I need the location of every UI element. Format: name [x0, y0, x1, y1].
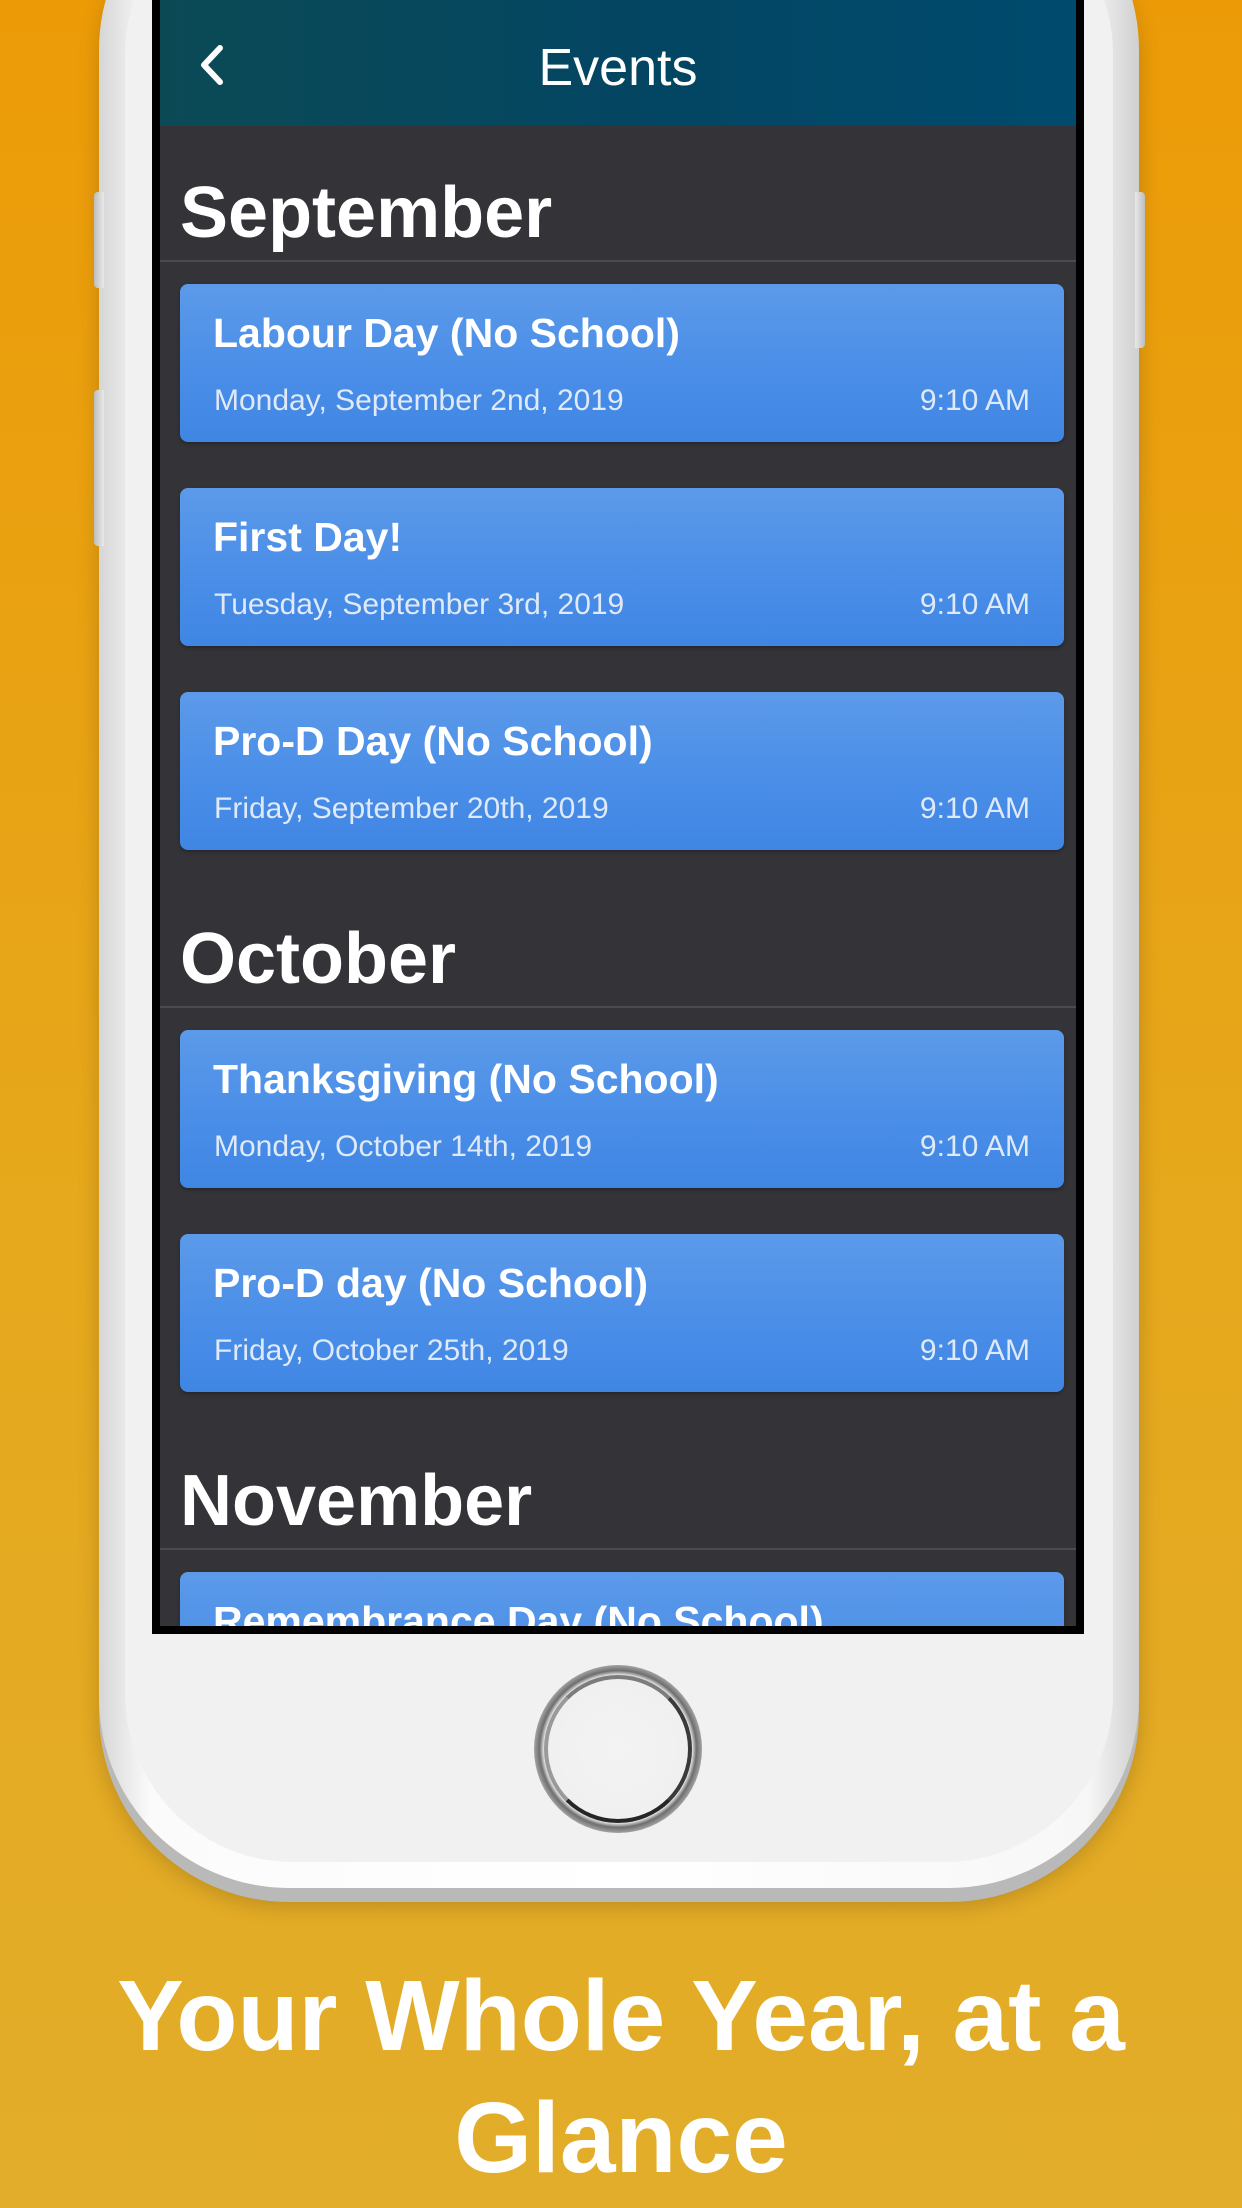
month-heading: November [180, 1461, 533, 1541]
event-title: Labour Day (No School) [213, 310, 680, 356]
event-time: 9:10 AM [919, 384, 1030, 417]
event-title: Remembrance Day (No School) [213, 1598, 824, 1626]
event-card[interactable]: First Day! Tuesday, September 3rd, 2019 … [180, 488, 1064, 646]
home-button[interactable] [534, 1665, 702, 1833]
tagline: Your Whole Year, at a Glance [0, 1955, 1242, 2199]
tagline-line-1: Your Whole Year, at a [117, 1960, 1125, 2072]
month-heading: October [180, 919, 457, 999]
event-date: Friday, September 20th, 2019 [214, 792, 609, 825]
event-time: 9:10 AM [919, 1130, 1030, 1163]
event-title: First Day! [213, 514, 403, 560]
section-header-november: November [160, 1452, 1076, 1550]
event-time: 9:10 AM [919, 792, 1030, 825]
screen-content: Events September Labour Day (No School) … [160, 0, 1076, 1626]
event-card[interactable]: Thanksgiving (No School) Monday, October… [180, 1030, 1064, 1188]
power-button [1135, 192, 1145, 348]
event-title: Pro-D Day (No School) [213, 718, 653, 764]
events-list[interactable]: September Labour Day (No School) Monday,… [160, 126, 1076, 1626]
mute-switch [94, 192, 104, 288]
event-title: Thanksgiving (No School) [213, 1056, 719, 1102]
event-card[interactable]: Labour Day (No School) Monday, September… [180, 284, 1064, 442]
event-title: Pro-D day (No School) [213, 1260, 649, 1306]
nav-bar: Events [160, 0, 1076, 126]
section-header-october: October [160, 910, 1076, 1008]
month-heading: September [180, 173, 553, 253]
event-date: Friday, October 25th, 2019 [214, 1334, 569, 1367]
nav-title: Events [538, 39, 698, 97]
phone-screen: Events September Labour Day (No School) … [152, 0, 1084, 1634]
volume-up-button [94, 390, 104, 546]
tagline-line-2: Glance [454, 2082, 788, 2194]
section-header-september: September [160, 126, 1076, 262]
event-card[interactable]: Remembrance Day (No School) [180, 1572, 1064, 1626]
event-time: 9:10 AM [919, 1334, 1030, 1367]
event-date: Monday, October 14th, 2019 [214, 1130, 593, 1163]
event-card[interactable]: Pro-D day (No School) Friday, October 25… [180, 1234, 1064, 1392]
event-date: Tuesday, September 3rd, 2019 [214, 588, 625, 621]
event-date: Monday, September 2nd, 2019 [214, 384, 624, 417]
event-card[interactable]: Pro-D Day (No School) Friday, September … [180, 692, 1064, 850]
event-time: 9:10 AM [919, 588, 1030, 621]
